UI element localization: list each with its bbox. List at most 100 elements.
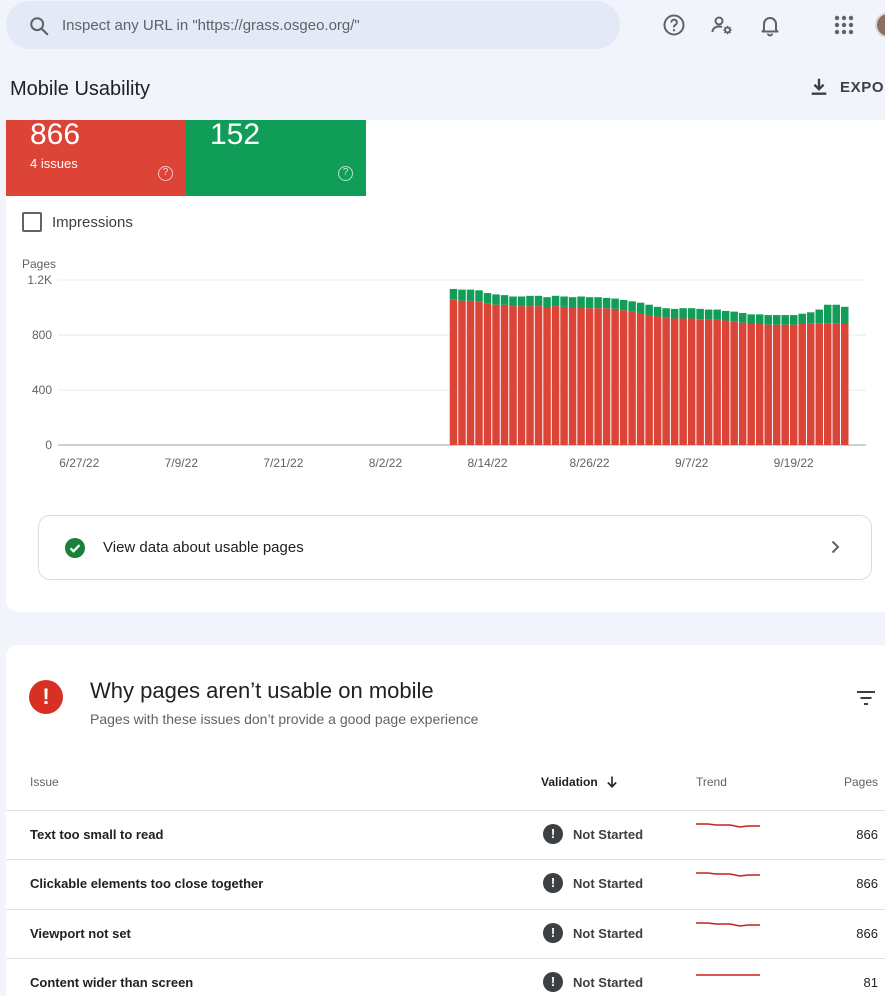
bar-not-usable	[636, 313, 645, 445]
validation-status: Not Started	[573, 975, 644, 990]
y-tick-label: 0	[45, 438, 52, 452]
apps-grid-icon[interactable]	[831, 12, 857, 38]
bar-usable	[543, 297, 551, 308]
issues-title: Why pages aren’t usable on mobile	[90, 678, 434, 703]
manage-users-icon[interactable]	[709, 12, 735, 38]
export-button[interactable]: EXPOR	[808, 76, 885, 98]
validation-status: Not Started	[573, 827, 644, 842]
bar-usable	[611, 298, 619, 309]
bar-usable	[747, 314, 755, 324]
bar-not-usable	[798, 324, 806, 445]
x-tick-label: 6/27/22	[59, 456, 99, 470]
url-inspect-search[interactable]	[6, 1, 620, 49]
bar-usable	[781, 315, 789, 325]
bar-usable	[526, 295, 534, 307]
bar-not-usable	[789, 324, 798, 445]
chevron-right-icon	[831, 540, 840, 554]
issue-name: Text too small to read	[30, 827, 164, 842]
bar-not-usable	[475, 301, 483, 445]
sort-arrow-down-icon	[607, 776, 617, 788]
bar-not-usable	[568, 307, 577, 445]
bar-usable	[628, 301, 636, 312]
bar-usable	[602, 297, 611, 309]
filter-icon[interactable]	[856, 690, 876, 706]
bar-not-usable	[645, 315, 653, 445]
bar-not-usable	[704, 319, 713, 445]
bar-usable	[509, 296, 517, 307]
usable-count: 152	[210, 118, 261, 151]
bar-usable	[696, 308, 704, 320]
bar-usable	[475, 290, 483, 302]
not-usable-issues-label: 4 issues	[30, 156, 78, 171]
bar-usable	[832, 304, 840, 324]
check-circle-icon	[65, 538, 85, 558]
top-bar	[0, 0, 885, 52]
bar-usable	[585, 297, 594, 309]
bar-usable	[738, 313, 747, 323]
bar-not-usable	[602, 308, 611, 445]
not-usable-tile[interactable]: 866 4 issues ?	[6, 120, 186, 196]
bar-usable	[687, 308, 696, 319]
help-icon[interactable]	[661, 12, 687, 38]
bar-usable	[568, 297, 577, 308]
impressions-checkbox[interactable]	[22, 212, 42, 232]
table-row[interactable]: Viewport not set ! Not Started 866	[6, 910, 885, 959]
x-tick-label: 7/9/22	[165, 456, 199, 470]
bar-not-usable	[832, 323, 840, 445]
table-row[interactable]: Content wider than screen ! Not Started …	[6, 959, 885, 996]
pages-count: 866	[856, 876, 878, 891]
not-started-icon: !	[543, 923, 563, 943]
search-input[interactable]	[62, 13, 602, 37]
bar-not-usable	[806, 323, 815, 445]
view-usable-pages-link[interactable]: View data about usable pages	[38, 515, 872, 580]
usable-tile[interactable]: 152 ?	[186, 120, 366, 196]
validation-status: Not Started	[573, 926, 644, 941]
bar-not-usable	[781, 324, 789, 445]
issue-name: Content wider than screen	[30, 975, 194, 990]
bar-not-usable	[500, 304, 509, 445]
impressions-label: Impressions	[52, 213, 133, 231]
bar-usable	[772, 315, 781, 325]
bar-usable	[492, 294, 500, 305]
avatar[interactable]	[875, 12, 885, 38]
search-icon[interactable]	[28, 15, 50, 37]
bar-usable	[636, 302, 645, 313]
help-icon[interactable]: ?	[338, 166, 353, 181]
validation-status: Not Started	[573, 876, 644, 891]
bar-usable	[823, 304, 832, 324]
help-icon[interactable]: ?	[158, 166, 173, 181]
impressions-toggle[interactable]: Impressions	[22, 212, 133, 232]
bar-usable	[840, 306, 849, 324]
bar-usable	[560, 296, 568, 307]
column-header-issue[interactable]: Issue	[30, 775, 59, 789]
pages-chart: 0 400 800 1.2K 6/27/22 7/9/22 7/21/22 8/2/22 8/1…	[27, 273, 866, 470]
pages-count: 866	[856, 926, 878, 941]
bar-usable	[594, 297, 602, 309]
bar-not-usable	[670, 318, 679, 445]
bar-usable	[764, 315, 772, 325]
error-icon: !	[29, 680, 63, 714]
table-row[interactable]: Clickable elements too close together ! …	[6, 860, 885, 909]
bar-not-usable	[534, 306, 543, 445]
notifications-icon[interactable]	[757, 12, 783, 38]
bar-usable	[534, 295, 543, 307]
column-header-validation[interactable]: Validation	[541, 775, 619, 789]
pages-count: 866	[856, 827, 878, 842]
issues-subtitle: Pages with these issues don’t provide a …	[90, 711, 479, 727]
bar-not-usable	[713, 319, 721, 445]
bar-usable	[662, 308, 670, 318]
bar-not-usable	[815, 323, 823, 445]
x-tick-label: 9/19/22	[774, 456, 814, 470]
bar-usable	[517, 296, 526, 307]
trend-sparkline	[696, 823, 760, 828]
table-row[interactable]: Text too small to read ! Not Started 866	[6, 811, 885, 860]
bar-not-usable	[594, 308, 602, 445]
x-tick-label: 8/14/22	[467, 456, 507, 470]
bar-not-usable	[483, 303, 492, 445]
export-label: EXPOR	[840, 78, 885, 96]
bar-usable	[449, 288, 458, 300]
column-header-trend: Trend	[696, 775, 727, 789]
bar-not-usable	[653, 316, 662, 445]
column-header-pages[interactable]: Pages	[844, 775, 878, 789]
bar-not-usable	[696, 319, 704, 445]
